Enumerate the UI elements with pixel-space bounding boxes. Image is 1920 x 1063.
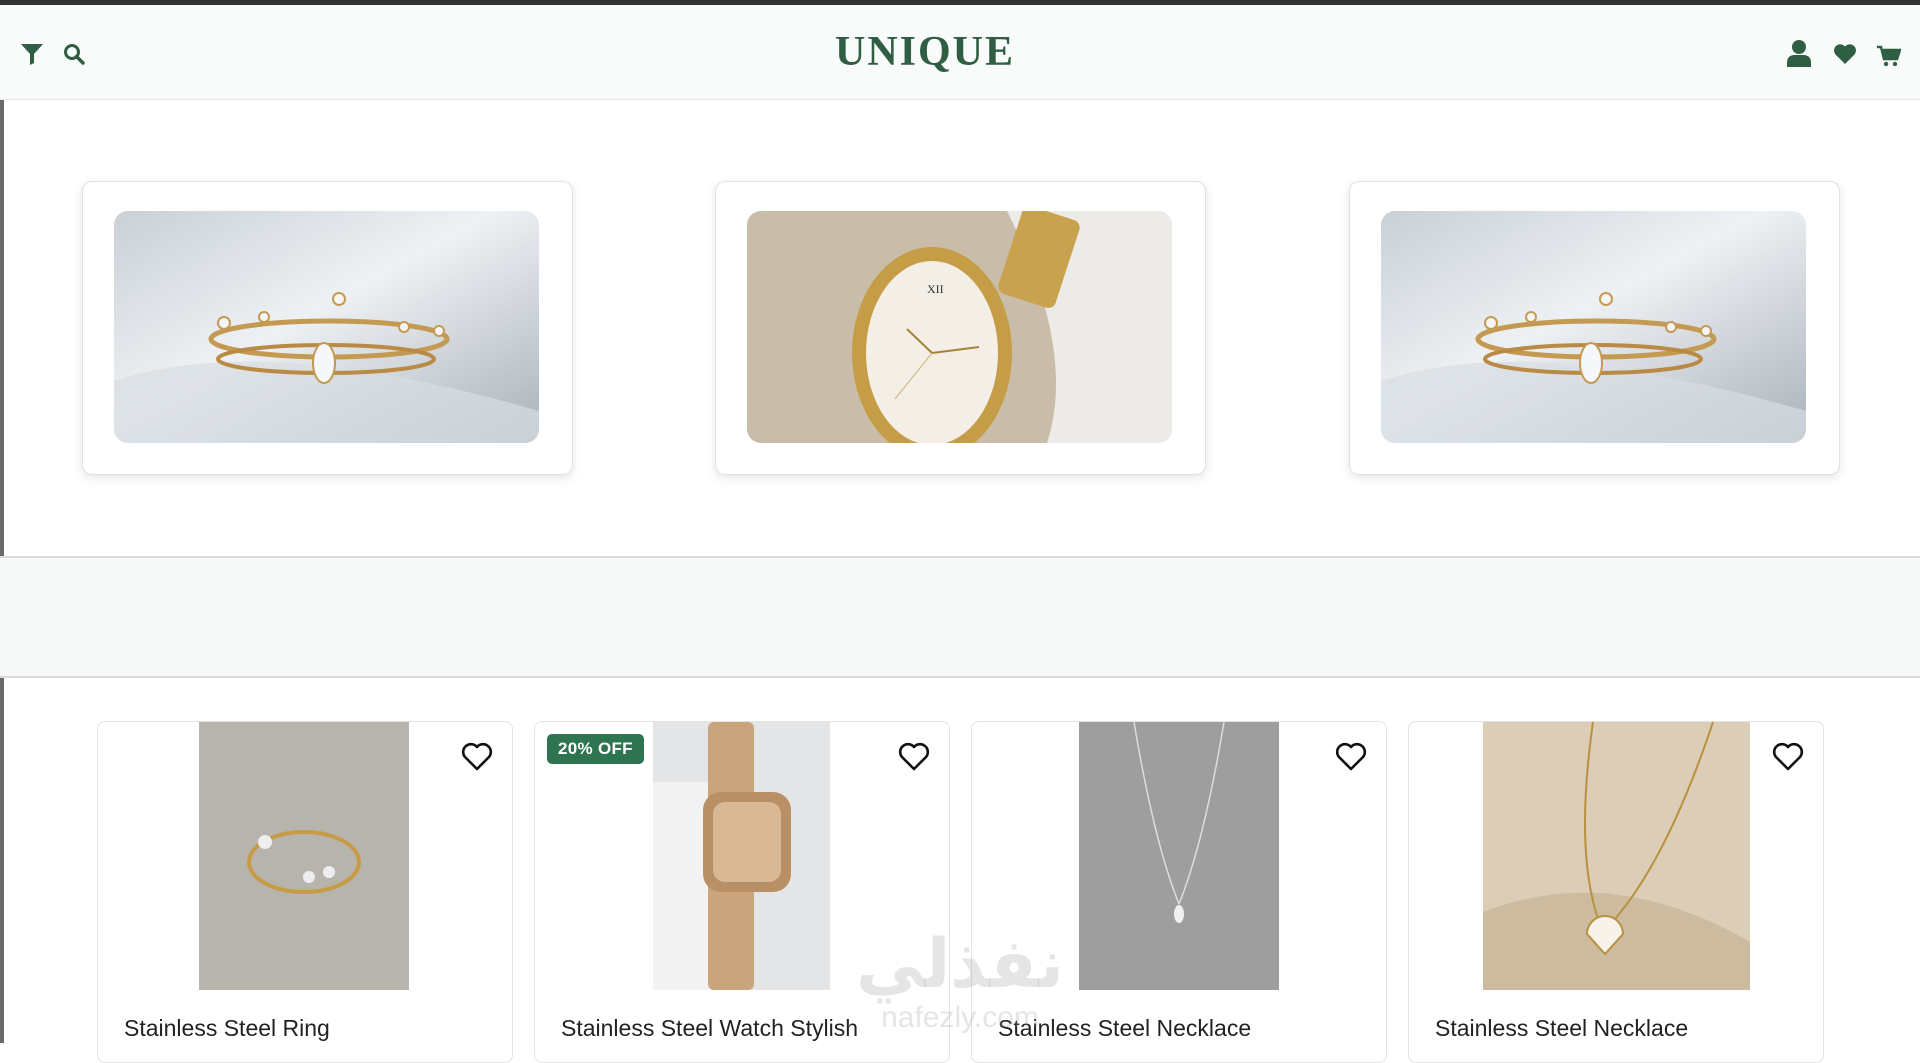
carousel-slide-rings[interactable] [82,181,573,475]
product-name[interactable]: Stainless Steel Necklace [1435,1015,1688,1042]
watch-image: XII [747,211,1172,443]
brand-logo[interactable]: UNIQUE [0,5,1850,99]
product-name[interactable]: Stainless Steel Watch Stylish [561,1015,858,1042]
product-image [1483,722,1750,990]
product-card[interactable]: Stainless Steel Ring [97,721,513,1063]
rings-image [1381,211,1806,443]
favorite-heart-icon[interactable] [897,740,931,774]
product-card[interactable]: Stainless Steel Necklace [1408,721,1824,1063]
product-name[interactable]: Stainless Steel Necklace [998,1015,1251,1042]
heart-icon[interactable] [1833,43,1857,65]
product-card[interactable]: 20% OFF Stainless Steel Watch Stylish [534,721,950,1063]
product-card[interactable]: Stainless Steel Necklace [971,721,1387,1063]
discount-badge: 20% OFF [547,734,644,764]
product-image [1079,722,1279,990]
product-image [653,722,830,990]
favorite-heart-icon[interactable] [1334,740,1368,774]
carousel-slide-watch[interactable]: XII [715,181,1206,475]
favorite-heart-icon[interactable] [1771,740,1805,774]
favorite-heart-icon[interactable] [460,740,494,774]
carousel-slide-rings-2[interactable] [1349,181,1840,475]
rings-image [114,211,539,443]
site-header: UNIQUE [0,5,1920,100]
product-image [199,722,409,990]
watch-numeral: XII [927,282,944,296]
cart-icon[interactable] [1877,45,1901,67]
product-name[interactable]: Stainless Steel Ring [124,1015,330,1042]
user-icon[interactable] [1787,39,1811,67]
section-divider-band [0,556,1920,678]
